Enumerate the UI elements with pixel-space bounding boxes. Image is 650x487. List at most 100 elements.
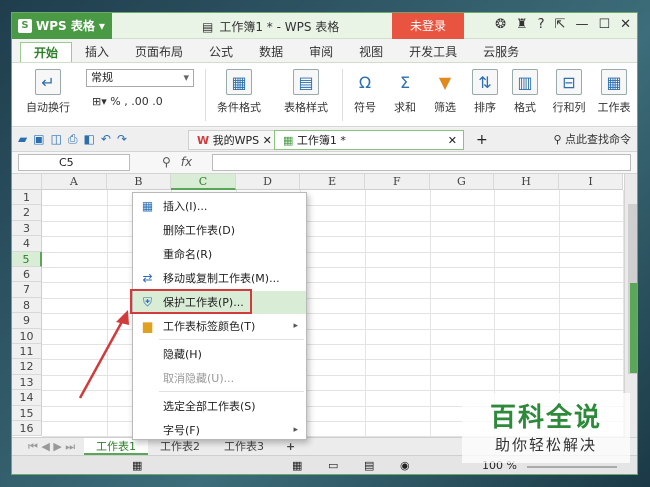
format-button[interactable]: ▥ 格式 [506, 69, 544, 115]
zoom-slider[interactable] [527, 466, 617, 468]
thousands-icon[interactable]: , [124, 95, 128, 108]
row-header[interactable]: 6 [12, 267, 42, 283]
row-header[interactable]: 12 [12, 359, 42, 375]
tab-my-wps[interactable]: W 我的WPS ✕ [188, 130, 281, 150]
tab-review[interactable]: 审阅 [296, 42, 346, 62]
tab-home[interactable]: 开始 [20, 42, 73, 62]
row-header[interactable]: 9 [12, 313, 42, 329]
formula-input[interactable] [212, 154, 631, 171]
context-menu-item[interactable]: ▆ 工作表标签颜色(T) ▸ [133, 315, 306, 338]
sigma-icon: Σ [399, 72, 411, 92]
help-icon[interactable]: ? [538, 17, 545, 32]
page-view-icon[interactable]: ▭ [328, 459, 338, 472]
row-header[interactable]: 8 [12, 297, 42, 314]
new-tab-button[interactable]: + [468, 130, 496, 150]
maximize-icon[interactable]: ☐ [598, 17, 610, 32]
column-header[interactable]: I [558, 174, 624, 190]
tab-formulas[interactable]: 公式 [196, 42, 246, 62]
row-header[interactable]: 5 [12, 251, 42, 267]
symbol-button[interactable]: Ω 符号 [346, 69, 384, 115]
row-header[interactable]: 15 [12, 405, 42, 421]
close-tab-icon[interactable]: ✕ [263, 134, 272, 147]
pdf-icon[interactable]: ◫ [51, 132, 62, 147]
print-icon[interactable]: ⎙ [68, 132, 78, 147]
context-menu-item[interactable]: ⇄ 移动或复制工作表(M)... [133, 267, 306, 290]
reading-view-icon[interactable]: ◉ [400, 459, 410, 472]
sort-button[interactable]: ⇅ 排序 [466, 69, 504, 115]
tab-workbook1[interactable]: ▦ 工作簿1 * ✕ [274, 130, 464, 150]
row-header[interactable]: 7 [12, 282, 42, 298]
grid-line [42, 359, 624, 361]
save-icon[interactable]: ▣ [33, 132, 44, 147]
row-header[interactable]: 4 [12, 236, 42, 252]
sheet-file-icon: ▦ [283, 134, 294, 147]
column-header[interactable]: D [235, 174, 301, 190]
window-controls: ❂ ♜ ? ⇱ — ☐ ✕ [495, 17, 631, 32]
sum-button[interactable]: Σ 求和 [386, 69, 424, 115]
zoom-search-icon[interactable]: ⚲ [162, 155, 171, 169]
conditional-format-button[interactable]: ▦ 条件格式 [207, 69, 271, 115]
context-menu-item-label: 重命名(R) [163, 248, 213, 261]
row-header[interactable]: 16 [12, 421, 42, 437]
column-header[interactable]: C [171, 174, 236, 190]
tab-page-layout[interactable]: 页面布局 [122, 42, 196, 62]
app-menu-button[interactable]: S WPS 表格 ▾ [12, 13, 112, 39]
column-header[interactable]: F [365, 174, 430, 190]
login-button[interactable]: 未登录 [392, 13, 464, 39]
row-header[interactable]: 2 [12, 205, 42, 221]
context-menu-item[interactable]: 重命名(R) [133, 243, 306, 266]
grid-line [42, 344, 624, 345]
name-box[interactable]: C5 [18, 154, 130, 171]
tab-data[interactable]: 数据 [246, 42, 296, 62]
sheet-nav-arrows[interactable]: ⏮ ◀ ▶ ⏭ [16, 438, 87, 455]
undo-icon[interactable]: ↶ [101, 132, 111, 147]
column-header[interactable]: G [429, 174, 495, 190]
context-menu-item[interactable]: ▦ 插入(I)... [133, 195, 306, 218]
row-header[interactable]: 11 [12, 344, 42, 360]
layout-view-icon[interactable]: ▤ [364, 459, 374, 472]
increase-decimal-icon[interactable]: .00 [131, 95, 149, 108]
tab-view[interactable]: 视图 [346, 42, 396, 62]
row-header[interactable]: 10 [12, 328, 42, 344]
column-header[interactable]: E [300, 174, 365, 190]
context-menu-item[interactable]: 隐藏(H) [133, 343, 306, 366]
decrease-decimal-icon[interactable]: .0 [152, 95, 163, 108]
context-menu-item[interactable]: 删除工作表(D) [133, 219, 306, 242]
filter-button[interactable]: ▼ 筛选 [426, 69, 464, 115]
context-menu-item[interactable]: 字号(F) ▸ [133, 419, 306, 442]
close-icon[interactable]: ✕ [620, 17, 631, 32]
worksheet-button[interactable]: ▦ 工作表 [594, 69, 634, 115]
percent-button[interactable]: % [110, 95, 120, 108]
row-header[interactable]: 14 [12, 390, 42, 406]
tab-insert[interactable]: 插入 [72, 42, 122, 62]
tab-developer[interactable]: 开发工具 [396, 42, 470, 62]
table-style-button[interactable]: ▤ 表格样式 [274, 69, 338, 115]
open-folder-icon[interactable]: ▰ [18, 132, 27, 147]
row-header[interactable]: 3 [12, 220, 42, 237]
context-menu-item[interactable]: 选定全部工作表(S) [133, 395, 306, 418]
tab-cloud[interactable]: 云服务 [470, 42, 532, 62]
row-header[interactable]: 13 [12, 374, 42, 391]
context-menu-item-label: 工作表标签颜色(T) [163, 320, 256, 333]
row-col-button[interactable]: ⊟ 行和列 [546, 69, 592, 115]
fx-icon[interactable]: fx [181, 155, 192, 169]
column-header[interactable]: A [42, 174, 107, 190]
close-tab-icon[interactable]: ✕ [448, 131, 457, 151]
side-panel-toggle[interactable] [630, 283, 637, 373]
row-header[interactable]: 1 [12, 190, 42, 206]
command-search[interactable]: ⚲ 点此查找命令 [553, 131, 631, 147]
column-header[interactable]: B [106, 174, 172, 190]
skin-icon[interactable]: ❂ [495, 17, 506, 32]
select-all-corner[interactable] [12, 174, 42, 190]
wrap-text-button[interactable]: ↵ 自动换行 [18, 69, 78, 115]
command-search-label: 点此查找命令 [565, 133, 631, 146]
restore-window-icon[interactable]: ⇱ [555, 17, 566, 32]
minimize-icon[interactable]: — [575, 17, 588, 32]
column-header[interactable]: H [494, 174, 559, 190]
preview-icon[interactable]: ◧ [84, 132, 95, 147]
currency-icon[interactable]: ⊞▾ [92, 95, 107, 108]
number-format-select[interactable]: 常规 [86, 69, 194, 87]
normal-view-icon[interactable]: ▦ [292, 459, 302, 472]
shirt-icon[interactable]: ♜ [516, 17, 528, 32]
redo-icon[interactable]: ↷ [117, 132, 127, 147]
